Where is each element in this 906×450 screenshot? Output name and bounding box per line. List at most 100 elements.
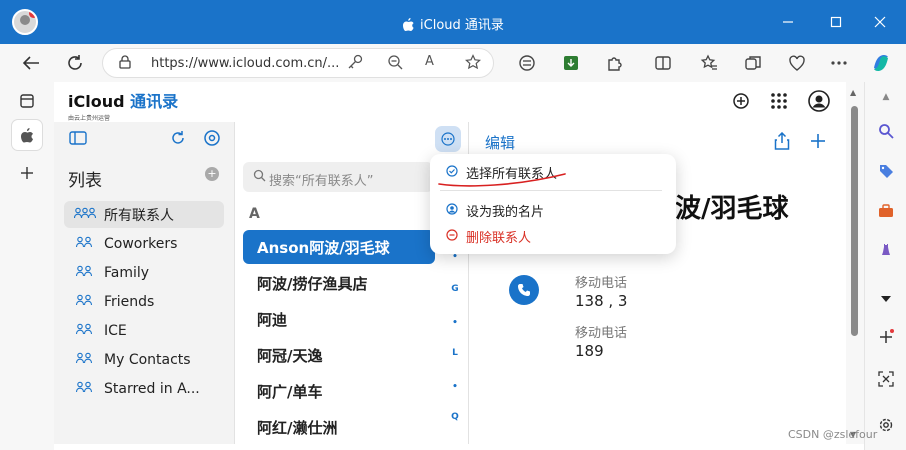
people-icon (74, 265, 96, 280)
icloud-contacts-app: iCloud 通讯录 由云上贵州运营 列表 + 所有联系人 Coworkers … (54, 82, 846, 444)
sidebar-search-icon[interactable] (873, 118, 899, 144)
sidebar-item-ice[interactable]: ICE (64, 317, 224, 344)
index-letter[interactable]: L (449, 348, 461, 358)
menu-item-label: 设为我的名片 (466, 204, 545, 220)
window-title: iCloud 通讯录 (0, 14, 906, 33)
scroll-up-icon[interactable]: ▲ (850, 88, 856, 97)
copilot-icon[interactable] (868, 50, 894, 76)
search-placeholder: 搜索“所有联系人” (269, 174, 374, 189)
add-circle-icon[interactable] (730, 90, 752, 112)
edit-button[interactable]: 编辑 (485, 132, 515, 153)
page-scrollbar[interactable]: ▲ ▼ (846, 82, 864, 444)
menu-item-set-my-card[interactable]: 设为我的名片 (444, 200, 544, 220)
index-letter[interactable]: • (449, 382, 461, 392)
phone-label: 移动电话 (575, 276, 628, 291)
sidebar-item-friends[interactable]: Friends (64, 288, 224, 315)
add-contact-icon[interactable] (807, 130, 829, 152)
refresh-icon[interactable] (62, 50, 88, 76)
browser-left-rail (0, 82, 54, 450)
index-letter[interactable]: Q (449, 412, 461, 422)
browser-right-sidebar: ▲ (864, 82, 906, 450)
sidebar-item-label: Family (104, 264, 150, 281)
sidebar-collapse-icon[interactable] (873, 286, 899, 312)
screenshot-icon[interactable] (873, 366, 899, 392)
people-icon (73, 207, 97, 222)
refresh-contacts-icon[interactable] (168, 128, 188, 148)
minus-circle-icon (444, 228, 460, 244)
browser-essentials-icon[interactable] (784, 50, 810, 76)
favorites-icon[interactable] (696, 50, 722, 76)
people-icon (74, 352, 96, 367)
add-list-icon[interactable]: + (205, 167, 219, 181)
sidebar-item-label: 所有联系人 (104, 207, 174, 224)
contact-name: 波/羽毛球 (675, 194, 789, 224)
split-screen-icon[interactable] (650, 50, 676, 76)
sidebar-item-my-contacts[interactable]: My Contacts (64, 346, 224, 373)
sidebar-item-coworkers[interactable]: Coworkers (64, 230, 224, 257)
sidebar-item-family[interactable]: Family (64, 259, 224, 286)
puzzle-extensions-icon[interactable] (602, 50, 628, 76)
groups-sidebar: 列表 + 所有联系人 Coworkers Family Friends ICE … (54, 122, 235, 444)
people-icon (74, 323, 96, 338)
contact-row[interactable]: 阿波/捞仔渔具店 (243, 266, 435, 300)
more-actions-menu: 选择所有联系人 设为我的名片 删除联系人 (430, 154, 676, 254)
tools-icon[interactable] (873, 198, 899, 224)
extension-icon[interactable] (514, 50, 540, 76)
more-actions-button[interactable] (435, 126, 461, 152)
people-icon (74, 236, 96, 251)
minimize-icon[interactable] (776, 10, 800, 34)
key-icon[interactable] (347, 54, 363, 74)
contact-row[interactable]: 阿广/单车 (243, 374, 435, 408)
shopping-tag-icon[interactable] (873, 158, 899, 184)
scroll-thumb[interactable] (851, 106, 858, 336)
phone-icon[interactable] (509, 275, 539, 305)
sidebar-item-label: My Contacts (104, 351, 191, 368)
annotation-underline (437, 170, 571, 194)
menu-item-delete-contact[interactable]: 删除联系人 (444, 226, 531, 246)
lists-title: 列表 (68, 171, 102, 191)
sidebar-item-starred[interactable]: Starred in A... (64, 375, 224, 402)
contact-row[interactable]: 阿冠/天逸 (243, 338, 435, 372)
zoom-out-icon[interactable] (387, 54, 403, 74)
address-bar[interactable]: https://www.icloud.com.cn/... A (102, 48, 494, 78)
brand-accent: 通讯录 (130, 92, 179, 111)
index-letter[interactable]: G (449, 284, 461, 294)
tab-actions-icon[interactable] (12, 86, 42, 116)
sidebar-toggle-icon[interactable] (68, 128, 88, 148)
sidebar-item-all-contacts[interactable]: 所有联系人 (64, 201, 224, 228)
apple-tab-icon[interactable] (12, 120, 42, 150)
contact-row[interactable]: 阿迪 (243, 302, 435, 336)
close-icon[interactable] (868, 10, 892, 34)
brand-subtitle: 由云上贵州运营 (68, 115, 111, 122)
account-icon[interactable] (808, 90, 830, 112)
search-input[interactable]: 搜索“所有联系人” (243, 162, 433, 192)
new-tab-icon[interactable] (12, 158, 42, 188)
index-letter[interactable]: • (449, 318, 461, 328)
more-options-icon[interactable] (826, 50, 852, 76)
app-grid-icon[interactable] (768, 90, 790, 112)
people-icon (74, 381, 96, 396)
brand-name: iCloud (68, 92, 125, 111)
sidebar-item-label: Friends (104, 293, 155, 310)
search-icon (253, 169, 266, 186)
people-icon (74, 294, 96, 309)
games-icon[interactable] (873, 236, 899, 262)
favorite-star-icon[interactable] (465, 54, 481, 74)
phone-label: 移动电话 (575, 326, 628, 341)
maximize-icon[interactable] (824, 10, 848, 34)
phone-value[interactable]: 189 (575, 342, 604, 360)
url-text[interactable]: https://www.icloud.com.cn/... (151, 56, 339, 71)
phone-value[interactable]: 138 , 3 (575, 292, 627, 310)
share-icon[interactable] (771, 130, 793, 152)
contact-row-selected[interactable]: Anson阿波/羽毛球 (243, 230, 435, 264)
sidebar-item-label: ICE (104, 322, 127, 339)
contact-row[interactable]: 阿红/濑仕洲 (243, 410, 435, 444)
download-extension-icon[interactable] (558, 50, 584, 76)
sidebar-scroll-up-icon[interactable]: ▲ (873, 84, 899, 110)
settings-icon[interactable] (202, 128, 222, 148)
read-aloud-icon[interactable]: A (425, 54, 434, 69)
window-titlebar: iCloud 通讯录 (0, 0, 906, 44)
back-icon[interactable] (18, 50, 44, 76)
collections-icon[interactable] (740, 50, 766, 76)
add-sidebar-app-icon[interactable] (873, 324, 899, 350)
